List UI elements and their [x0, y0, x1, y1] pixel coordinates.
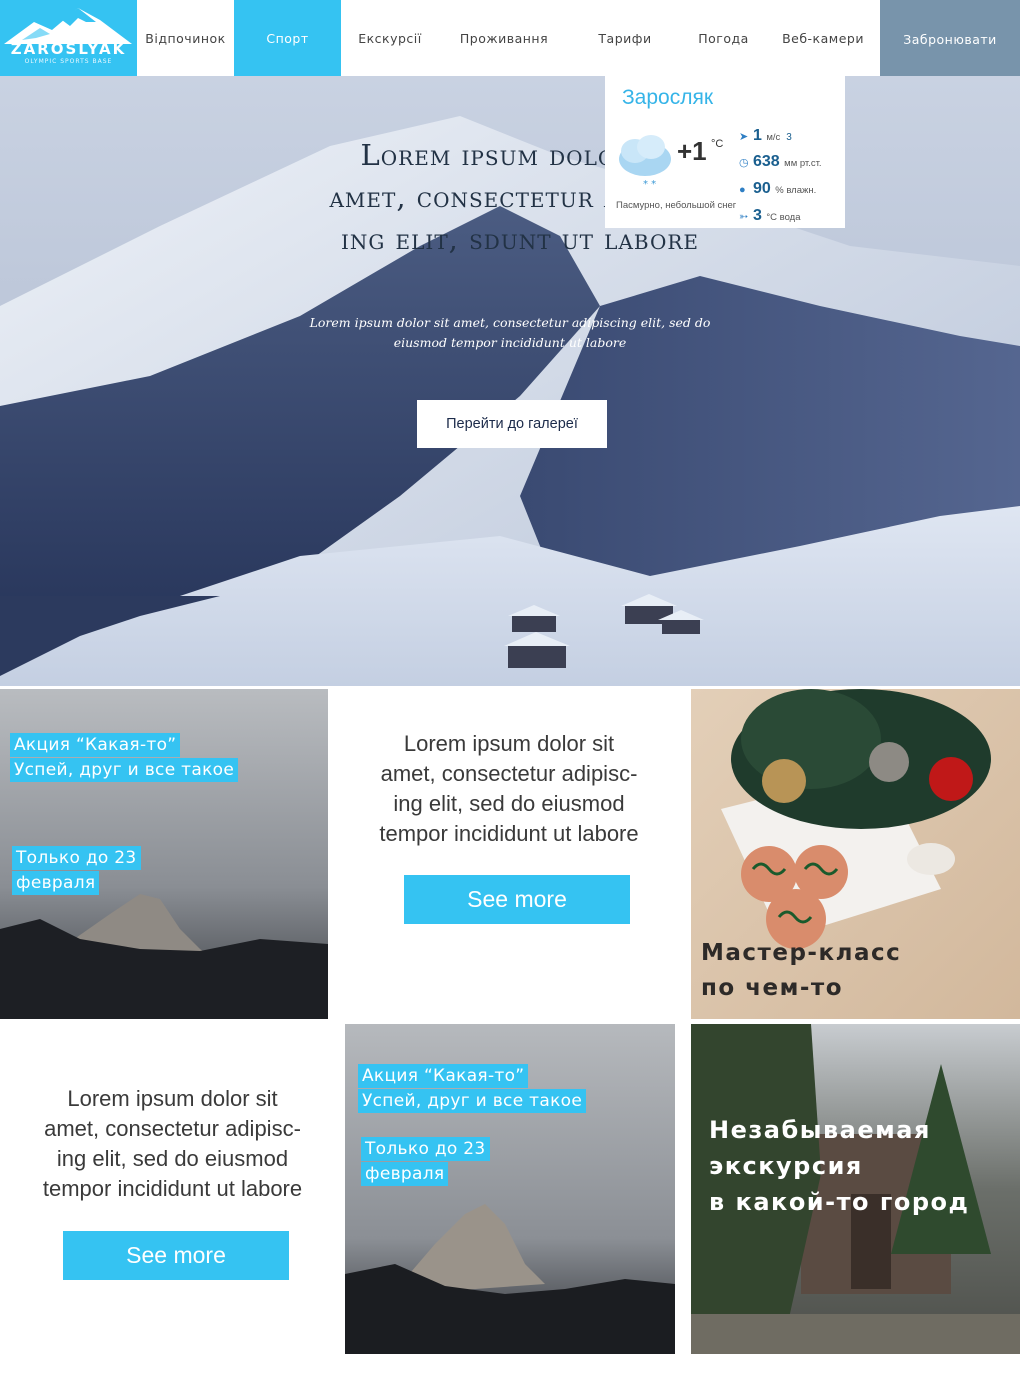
text-tile-body: Lorem ipsum dolor sit amet, consectetur … — [328, 729, 690, 849]
text-line: ing elit, sed do eiusmod — [393, 791, 625, 816]
weather-humidity: ● 90 % влажн. — [739, 180, 817, 197]
gauge-icon: ◷ — [739, 157, 749, 169]
excursion-title-line: в какой-то город — [709, 1188, 970, 1216]
logo-name: ZAROSLYAK — [10, 40, 127, 58]
nav-item-sport[interactable]: Спорт — [234, 0, 341, 76]
wind-arrow-icon: ➤ — [739, 131, 749, 143]
logo[interactable]: ZAROSLYAK OLYMPIC SPORTS BASE — [0, 0, 137, 76]
promo-date: февраля — [12, 871, 100, 895]
weather-wind: ➤ 1 м/с 3 — [739, 127, 792, 144]
nav-item-leisure[interactable]: Відпочинок — [137, 0, 234, 76]
excursion-tile[interactable]: Незабываемая экскурсия в какой-то город — [691, 1024, 1020, 1354]
drop-icon: ● — [739, 184, 746, 196]
fish-icon: ➳ — [739, 211, 749, 223]
weather-temp: +1 — [677, 136, 707, 166]
text-tile-body: Lorem ipsum dolor sit amet, consectetur … — [0, 1084, 345, 1204]
text-line: tempor incididunt ut labore — [42, 1176, 303, 1201]
nav-item-prices[interactable]: Тарифи — [569, 0, 681, 76]
nav-item-weather[interactable]: Погода — [681, 0, 766, 76]
excursion-title: Незабываемая экскурсия в какой-то город — [709, 1112, 969, 1220]
promo-title: Акция “Какая-то” — [10, 733, 181, 757]
see-more-button[interactable]: See more — [63, 1231, 289, 1280]
cloud-snow-icon: * * — [619, 135, 671, 190]
book-button[interactable]: Забронювати — [880, 0, 1020, 76]
weather-water: ➳ 3 °C вода — [739, 207, 801, 224]
hero-subtitle-line: Lorem ipsum dolor sit amet, consectetur … — [309, 315, 711, 330]
promo-subtitle: Успей, друг и все такое — [358, 1089, 587, 1113]
nav-item-accommodation[interactable]: Проживання — [439, 0, 569, 76]
see-more-button[interactable]: See more — [404, 875, 630, 924]
masterclass-title: Мастер-класс по чем-то — [701, 936, 901, 1006]
text-line: ing elit, sed do eiusmod — [56, 1146, 289, 1171]
excursion-title-line: Незабываемая — [709, 1116, 931, 1144]
logo-tagline: OLYMPIC SPORTS BASE — [24, 58, 113, 65]
promo-title: Акция “Какая-то” — [358, 1064, 529, 1088]
text-line: Lorem ipsum dolor sit — [67, 1086, 278, 1111]
promo-tile[interactable]: Акция “Какая-то” Успей, друг и все такое… — [0, 689, 328, 1019]
masterclass-title-line: по чем-то — [701, 975, 844, 1001]
site-header: ZAROSLYAK OLYMPIC SPORTS BASE Відпочинок… — [0, 0, 1020, 76]
hero-subtitle: Lorem ipsum dolor sit amet, consectetur … — [290, 313, 730, 353]
svg-text:* *: * * — [643, 179, 656, 190]
promo-subtitle: Успей, друг и все такое — [10, 758, 239, 782]
promo-date: февраля — [361, 1162, 449, 1186]
hero-subtitle-line: eiusmod tempor incididunt ut labore — [393, 335, 627, 350]
text-line: tempor incididunt ut labore — [379, 821, 639, 846]
text-line: amet, consectetur adipisc- — [380, 761, 638, 786]
text-tile: Lorem ipsum dolor sit amet, consectetur … — [328, 689, 690, 1019]
weather-widget: Заросляк * * +1 °C Пасмурно, небольшой с… — [605, 74, 845, 228]
text-line: amet, consectetur adipisc- — [44, 1116, 301, 1141]
nav-item-webcams[interactable]: Веб-камери — [766, 0, 880, 76]
nav-item-excursions[interactable]: Екскурсії — [341, 0, 439, 76]
masterclass-tile[interactable]: Мастер-класс по чем-то — [691, 689, 1020, 1019]
weather-pressure: ◷ 638 мм рт.ст. — [739, 153, 822, 170]
excursion-title-line: экскурсия — [709, 1152, 863, 1180]
masterclass-title-line: Мастер-класс — [701, 940, 902, 966]
promo-date: Только до 23 — [12, 846, 141, 870]
text-line: Lorem ipsum dolor sit — [403, 731, 615, 756]
text-tile: Lorem ipsum dolor sit amet, consectetur … — [0, 1024, 345, 1354]
promo-date: Только до 23 — [361, 1137, 490, 1161]
hero-section: Lorem ipsum dolor sit amet, consectetur … — [0, 76, 1020, 686]
weather-temp-unit: °C — [711, 138, 724, 150]
weather-city: Заросляк — [622, 86, 714, 109]
weather-condition: Пасмурно, небольшой снег — [616, 200, 737, 211]
promo-tile[interactable]: Акция “Какая-то” Успей, друг и все такое… — [345, 1024, 675, 1354]
gallery-button[interactable]: Перейти до галереї — [417, 400, 607, 448]
